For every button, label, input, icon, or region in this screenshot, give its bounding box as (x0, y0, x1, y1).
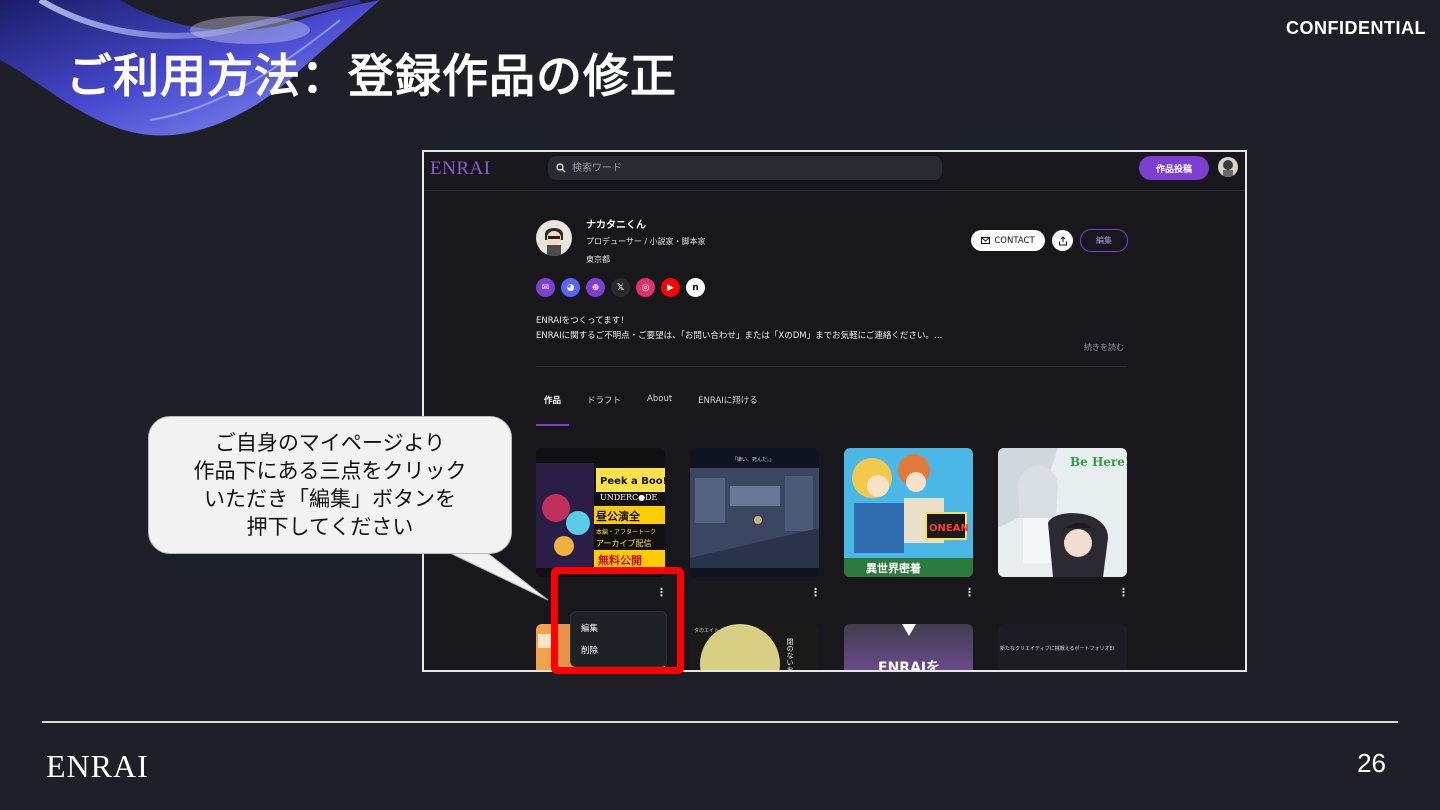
instruction-callout: ご自身のマイページより 作品下にある三点をクリック いただき「編集」ボタンを 押… (148, 416, 512, 554)
footer-divider (42, 721, 1398, 723)
card-title: 新たなクリエイティブに挑戦えるポートフォリオEI (1000, 645, 1114, 652)
edit-profile-button[interactable]: 編集 (1080, 229, 1128, 252)
card-caption: 「嫌い、死んだ。」 (732, 456, 774, 463)
share-button[interactable] (1052, 230, 1073, 251)
bio-line: ENRAIをつくってます！ (536, 316, 629, 326)
mail-icon[interactable]: ✉ (536, 278, 555, 297)
card-text: 昼公演全 (595, 509, 641, 523)
card-title: 閉のないお面 (786, 638, 794, 670)
card-subtitle: UNDERC●DE (600, 493, 658, 502)
highlight-box (551, 567, 684, 674)
profile-tabs: 作品 ドラフト About ENRAIに翔ける (536, 394, 766, 426)
card-title: Peek a Boo! (600, 476, 665, 487)
work-card[interactable]: ENRAIを (844, 624, 973, 670)
profile-avatar (536, 220, 572, 256)
read-more-link[interactable]: 続きを読む (1084, 342, 1124, 353)
profile-name: ナカタニくん (586, 220, 646, 231)
mail-icon (981, 237, 991, 244)
divider (536, 366, 1126, 367)
avatar[interactable] (1218, 157, 1238, 177)
app-logo[interactable]: ENRAI (430, 158, 491, 180)
search-icon (556, 163, 566, 173)
profile-bio: ENRAIをつくってます！ ENRAIに関するご不明点・ご要望は、「お問い合わせ… (536, 314, 942, 344)
page-number: 26 (1357, 748, 1386, 778)
note-icon[interactable]: n (686, 278, 705, 297)
card-title: Be Here! (1070, 455, 1127, 469)
callout-line: 作品下にある三点をクリック (193, 459, 467, 483)
slide-title: ご利用方法：登録作品の修正 (66, 49, 677, 103)
work-card[interactable]: 新たなクリエイティブに挑戦えるポートフォリオEI (998, 624, 1127, 670)
card-title: ONEAN (929, 523, 969, 534)
contact-label: CONTACT (994, 235, 1035, 246)
tab-works[interactable]: 作品 (536, 394, 570, 426)
more-options-icon[interactable]: ⋮ (964, 586, 975, 599)
search-bar[interactable] (548, 156, 942, 180)
x-icon[interactable]: 𝕏 (611, 278, 630, 297)
social-links: ✉ ◕ ⊕ 𝕏 ◎ ▶ n (536, 278, 705, 297)
work-card[interactable]: 閉のないお面 タのエイト (690, 624, 819, 670)
work-card[interactable]: ONEAN 異世界密着 (844, 448, 973, 577)
more-options-icon[interactable]: ⋮ (810, 586, 821, 599)
work-card[interactable]: Peek a Boo! UNDERC●DE 昼公演全 本編・アフタートーク アー… (536, 448, 665, 577)
search-input[interactable] (570, 161, 914, 175)
discord-icon[interactable]: ◕ (561, 278, 580, 297)
footer-logo: ENRAI (46, 748, 149, 784)
app-screenshot: ENRAI 作品投稿 ナカタニくん プロデューサー / 小説家・脚本家 東京都 … (422, 150, 1247, 672)
profile-location: 東京都 (586, 255, 610, 264)
card-title: ENRAIを (878, 660, 940, 670)
tab-drafts[interactable]: ドラフト (579, 394, 629, 426)
card-subtitle: 異世界密着 (866, 561, 921, 575)
work-card[interactable]: 「嫌い、死んだ。」 (690, 448, 819, 577)
card-subtitle: タのエイト (694, 627, 719, 634)
more-options-icon[interactable]: ⋮ (1118, 586, 1129, 599)
work-card[interactable]: Be Here! (998, 448, 1127, 577)
post-work-button[interactable]: 作品投稿 (1139, 156, 1209, 180)
instagram-icon[interactable]: ◎ (636, 278, 655, 297)
callout-line: ご自身のマイページより (214, 431, 446, 455)
tab-enrai[interactable]: ENRAIに翔ける (690, 394, 766, 426)
profile-role: プロデューサー / 小説家・脚本家 (586, 237, 706, 246)
confidential-label: CONFIDENTIAL (1286, 18, 1426, 38)
bio-line: ENRAIに関するご不明点・ご要望は、「お問い合わせ」または「XのDM」までお気… (536, 331, 943, 341)
contact-button[interactable]: CONTACT (971, 230, 1045, 251)
callout-line: いただき「編集」ボタンを (204, 487, 456, 511)
tab-about[interactable]: About (639, 394, 680, 426)
app-header: ENRAI 作品投稿 (424, 152, 1245, 191)
share-icon (1058, 235, 1067, 245)
globe-icon[interactable]: ⊕ (586, 278, 605, 297)
card-text: 無料公開 (598, 553, 642, 567)
callout-line: 押下してください (246, 515, 414, 539)
card-text: 本編・アフタートーク (596, 528, 656, 536)
card-text: アーカイブ配信 (596, 538, 652, 548)
youtube-icon[interactable]: ▶ (661, 278, 680, 297)
